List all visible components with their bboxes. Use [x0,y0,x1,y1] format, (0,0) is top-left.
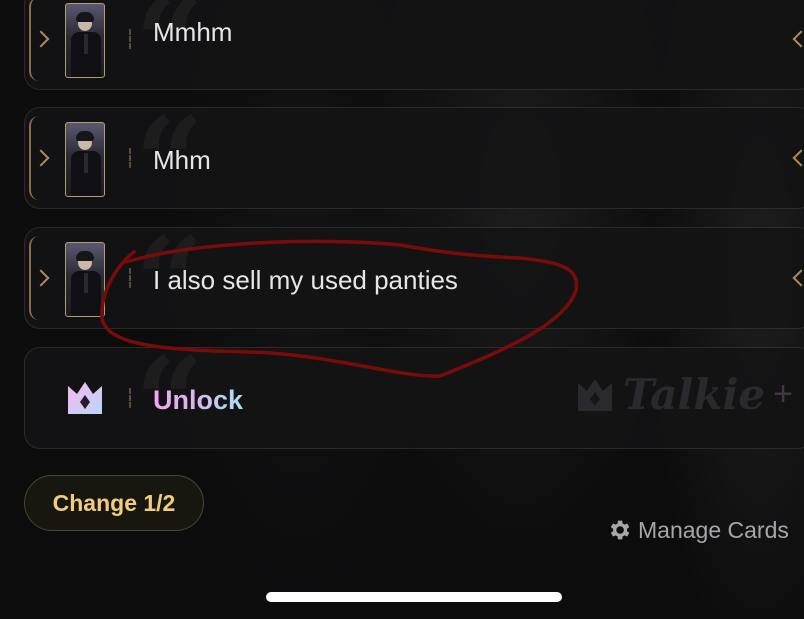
card-frame-right [792,236,804,320]
reply-text: Mmhm [153,17,233,47]
brand-name: Talkie [622,370,766,419]
card-frame-left [29,236,50,320]
character-thumbnail [65,3,105,78]
chevron-right-icon [32,149,50,167]
unlock-card[interactable]: “ Unlock Talkie + [24,347,804,449]
chevron-left-icon [792,269,804,287]
gear-icon [610,520,630,540]
divider [129,148,132,168]
reply-card-3[interactable]: “ I also sell my used panties [24,227,804,329]
reply-card-1[interactable]: “ Mmhm [24,0,804,90]
chevron-right-icon [32,269,50,287]
change-button[interactable]: Change 1/2 [24,475,204,531]
divider [129,268,132,288]
divider [129,388,132,408]
chevron-left-icon [792,30,804,48]
divider [129,29,132,49]
reply-card-2[interactable]: “ Mhm [24,107,804,209]
crown-watermark-icon [577,378,612,411]
talkie-watermark: Talkie + [575,370,793,419]
reply-text: I also sell my used panties [153,265,458,295]
card-frame-left [29,116,50,200]
reply-text: Mhm [153,145,211,175]
brand-plus: + [773,375,793,413]
manage-cards-button[interactable]: Manage Cards [606,513,789,547]
chevron-left-icon [792,149,804,167]
home-indicator[interactable] [266,592,562,602]
card-frame-left [29,0,50,81]
manage-cards-label: Manage Cards [638,516,789,543]
unlock-label: Unlock [153,385,244,415]
card-frame-right [792,116,804,200]
crown-icon [68,382,102,414]
chevron-right-icon [32,30,50,48]
card-frame-right [792,0,804,81]
character-thumbnail [65,122,105,197]
character-thumbnail [65,242,105,317]
